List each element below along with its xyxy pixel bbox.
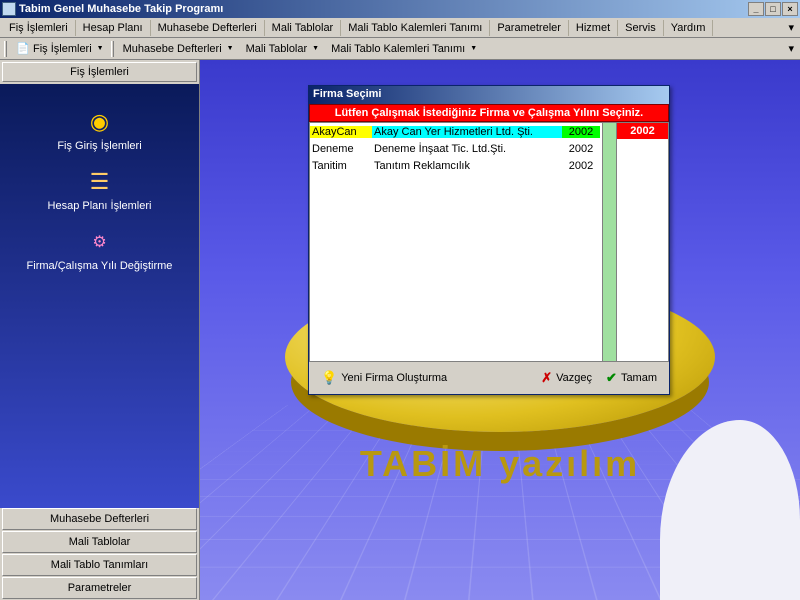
dialog-banner: Lütfen Çalışmak İstediğiniz Firma ve Çal… <box>309 104 669 122</box>
menu-parametreler[interactable]: Parametreler <box>490 20 569 36</box>
toolbar-grip <box>111 41 114 57</box>
menu-mali-tablo-kalemleri[interactable]: Mali Tablo Kalemleri Tanımı <box>341 20 490 36</box>
firm-year: 2002 <box>562 143 600 155</box>
firm-code: AkayCan <box>310 126 372 138</box>
sidebar-item-label: Fiş Giriş İşlemleri <box>57 140 141 152</box>
window-title: Tabim Genel Muhasebe Takip Programı <box>19 3 748 15</box>
firm-year: 2002 <box>562 160 600 172</box>
menubar: Fiş İşlemleri Hesap Planı Muhasebe Defte… <box>0 18 800 38</box>
dialog-title[interactable]: Firma Seçimi <box>309 86 669 104</box>
selected-year[interactable]: 2002 <box>617 123 668 139</box>
menu-servis[interactable]: Servis <box>618 20 664 36</box>
button-label: Yeni Firma Oluşturma <box>341 372 447 384</box>
firm-row[interactable]: Tanitim Tanıtım Reklamcılık 2002 <box>310 157 602 174</box>
menu-yardim[interactable]: Yardım <box>664 20 714 36</box>
maximize-button[interactable]: □ <box>765 2 781 16</box>
firm-year: 2002 <box>562 126 600 138</box>
chevron-down-icon: ▼ <box>312 45 319 52</box>
new-firm-button[interactable]: 💡 Yeni Firma Oluşturma <box>317 368 451 388</box>
dialog-footer: 💡 Yeni Firma Oluşturma ✗ Vazgeç ✔ Tamam <box>309 362 669 394</box>
cross-icon: ✗ <box>541 370 552 386</box>
firm-name: Deneme İnşaat Tic. Ltd.Şti. <box>372 143 562 155</box>
toolbar-label: Mali Tablolar <box>246 43 308 55</box>
firm-row[interactable]: Deneme Deneme İnşaat Tic. Ltd.Şti. 2002 <box>310 140 602 157</box>
window-titlebar: Tabim Genel Muhasebe Takip Programı _ □ … <box>0 0 800 18</box>
list-gutter <box>602 123 616 361</box>
toolbar-label: Fiş İşlemleri <box>33 43 92 55</box>
menu-fis-islemleri[interactable]: Fiş İşlemleri <box>2 20 76 36</box>
menu-mali-tablolar[interactable]: Mali Tablolar <box>265 20 342 36</box>
sidebar-item-label: Firma/Çalışma Yılı Değiştirme <box>27 260 173 272</box>
firm-name: Akay Can Yer Hizmetleri Ltd. Şti. <box>372 126 562 138</box>
sidebar-btn-parametreler[interactable]: Parametreler <box>2 577 197 599</box>
year-column: 2002 <box>616 123 668 361</box>
cancel-button[interactable]: ✗ Vazgeç <box>537 368 596 388</box>
lightbulb-icon: 💡 <box>321 370 337 386</box>
sidebar-btn-muhasebe-defterleri[interactable]: Muhasebe Defterleri <box>2 508 197 530</box>
app-icon <box>2 2 16 16</box>
decorative-blob <box>660 420 800 600</box>
sidebar-item-hesap-plani[interactable]: ☰ Hesap Planı İşlemleri <box>44 164 156 216</box>
document-icon: 📄 <box>16 42 30 56</box>
chevron-down-icon: ▼ <box>227 45 234 52</box>
sidebar-item-label: Hesap Planı İşlemleri <box>48 200 152 212</box>
menu-hizmet[interactable]: Hizmet <box>569 20 618 36</box>
toolbar-fis-islemleri[interactable]: 📄 Fiş İşlemleri ▼ <box>11 40 109 58</box>
toolbar-label: Muhasebe Defterleri <box>123 43 222 55</box>
coin-icon: ◉ <box>86 108 114 136</box>
sidebar-btn-mali-tablolar[interactable]: Mali Tablolar <box>2 531 197 553</box>
content-area: TABİM yazılım Firma Seçimi Lütfen Çalışm… <box>200 60 800 600</box>
toolbar: 📄 Fiş İşlemleri ▼ Muhasebe Defterleri ▼ … <box>0 38 800 60</box>
list-icon: ☰ <box>86 168 114 196</box>
firma-secimi-dialog: Firma Seçimi Lütfen Çalışmak İstediğiniz… <box>308 85 670 395</box>
toolbar-grip <box>4 41 7 57</box>
menubar-overflow-icon[interactable]: ▾ <box>782 21 800 34</box>
toolbar-mali-tablolar[interactable]: Mali Tablolar ▼ <box>241 41 325 57</box>
brand-text: TABİM yazılım <box>360 443 640 485</box>
menu-hesap-plani[interactable]: Hesap Planı <box>76 20 151 36</box>
close-button[interactable]: × <box>782 2 798 16</box>
sidebar-btn-mali-tablo-tanimlari[interactable]: Mali Tablo Tanımları <box>2 554 197 576</box>
button-label: Tamam <box>621 372 657 384</box>
sidebar-header[interactable]: Fiş İşlemleri <box>2 62 197 82</box>
firm-code: Deneme <box>310 143 372 155</box>
minimize-button[interactable]: _ <box>748 2 764 16</box>
ok-button[interactable]: ✔ Tamam <box>602 368 661 388</box>
sidebar-item-firma-degistirme[interactable]: ⚙ Firma/Çalışma Yılı Değiştirme <box>23 224 177 276</box>
menu-muhasebe-defterleri[interactable]: Muhasebe Defterleri <box>151 20 265 36</box>
sidebar-content: ◉ Fiş Giriş İşlemleri ☰ Hesap Planı İşle… <box>0 84 199 508</box>
firm-name: Tanıtım Reklamcılık <box>372 160 562 172</box>
check-icon: ✔ <box>606 370 617 386</box>
toolbar-label: Mali Tablo Kalemleri Tanımı <box>331 43 465 55</box>
sidebar-item-fis-giris[interactable]: ◉ Fiş Giriş İşlemleri <box>53 104 145 156</box>
button-label: Vazgeç <box>556 372 592 384</box>
firm-row[interactable]: AkayCan Akay Can Yer Hizmetleri Ltd. Şti… <box>310 123 602 140</box>
sidebar-bottom: Muhasebe Defterleri Mali Tablolar Mali T… <box>0 508 199 600</box>
sidebar: Fiş İşlemleri ◉ Fiş Giriş İşlemleri ☰ He… <box>0 60 200 600</box>
toolbar-overflow-icon[interactable]: ▾ <box>782 42 800 55</box>
chevron-down-icon: ▼ <box>97 45 104 52</box>
toolbar-mali-tablo-kalemleri[interactable]: Mali Tablo Kalemleri Tanımı ▼ <box>326 41 482 57</box>
network-icon: ⚙ <box>85 228 113 256</box>
toolbar-muhasebe-defterleri[interactable]: Muhasebe Defterleri ▼ <box>118 41 239 57</box>
window-controls: _ □ × <box>748 2 798 16</box>
firm-code: Tanitim <box>310 160 372 172</box>
chevron-down-icon: ▼ <box>470 45 477 52</box>
firm-list[interactable]: AkayCan Akay Can Yer Hizmetleri Ltd. Şti… <box>310 123 602 361</box>
